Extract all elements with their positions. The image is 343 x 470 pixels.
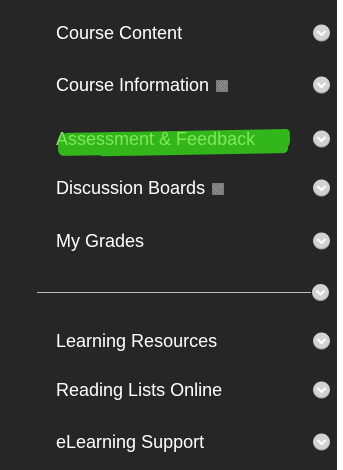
chevron-down-icon[interactable] bbox=[313, 179, 330, 197]
menu-item-course-information[interactable]: Course Information bbox=[56, 70, 336, 100]
menu-item-label: Discussion Boards bbox=[56, 177, 206, 198]
menu-item-elearning-support[interactable]: eLearning Support bbox=[56, 427, 336, 457]
menu-divider bbox=[37, 292, 311, 293]
chevron-down-icon[interactable] bbox=[313, 232, 330, 250]
chevron-down-icon[interactable] bbox=[313, 130, 330, 148]
menu-item-learning-resources[interactable]: Learning Resources bbox=[56, 326, 336, 356]
menu-item-label: Assessment & Feedback bbox=[56, 128, 256, 149]
menu-item-label: My Grades bbox=[56, 230, 145, 251]
chevron-down-icon[interactable] bbox=[313, 24, 330, 42]
menu-item-discussion-boards[interactable]: Discussion Boards bbox=[56, 173, 336, 203]
menu-item-label: Course Content bbox=[56, 22, 183, 43]
menu-item-reading-lists-online[interactable]: Reading Lists Online bbox=[56, 375, 336, 405]
hidden-content-icon bbox=[216, 80, 229, 92]
hidden-content-icon bbox=[212, 183, 225, 195]
menu-item-course-content[interactable]: Course Content bbox=[56, 18, 336, 48]
chevron-down-icon[interactable] bbox=[313, 76, 330, 94]
menu-item-label: Learning Resources bbox=[56, 330, 218, 351]
menu-item-label: Reading Lists Online bbox=[56, 379, 223, 400]
menu-item-label: Course Information bbox=[56, 74, 210, 95]
course-menu: Course Content Course Information Assess… bbox=[0, 0, 337, 470]
chevron-down-icon[interactable] bbox=[313, 381, 330, 399]
chevron-down-icon[interactable] bbox=[313, 433, 330, 451]
chevron-down-icon[interactable] bbox=[313, 332, 330, 350]
menu-item-my-grades[interactable]: My Grades bbox=[56, 226, 336, 256]
chevron-down-icon[interactable] bbox=[312, 284, 329, 301]
menu-item-label: eLearning Support bbox=[56, 431, 205, 452]
